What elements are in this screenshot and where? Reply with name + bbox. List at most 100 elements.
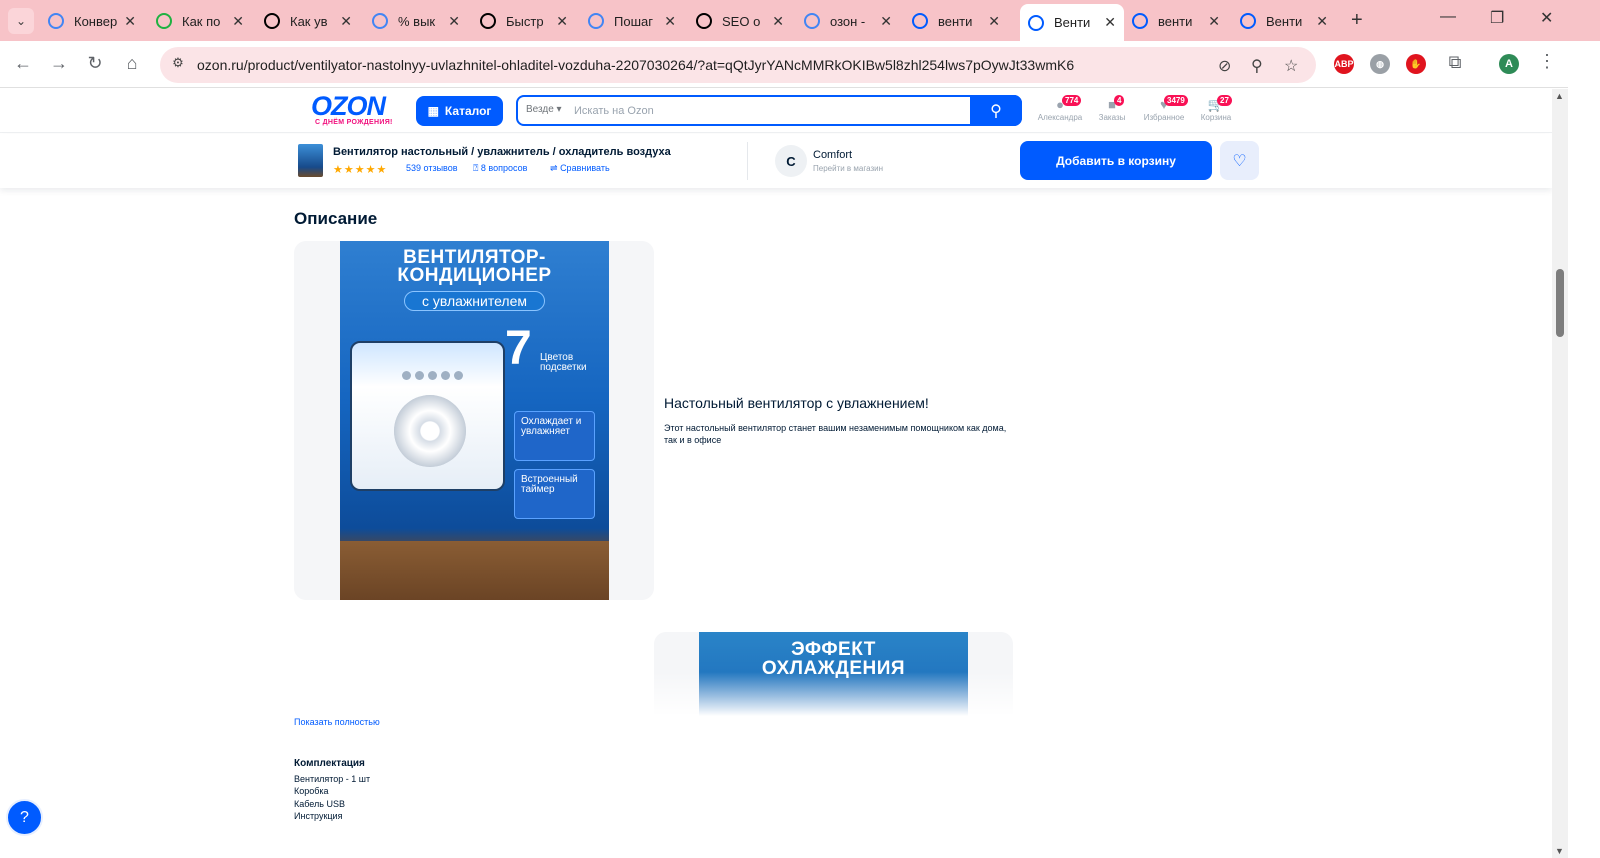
home-icon[interactable]: ⌂ (121, 53, 143, 74)
menu-icon[interactable]: ⋮ (1536, 51, 1558, 72)
browser-tab[interactable]: SEO о ✕ (688, 6, 792, 36)
promo-pill: с увлажнителем (404, 291, 545, 311)
close-tab-icon[interactable]: ✕ (124, 13, 136, 30)
nav-cart[interactable]: 🛒 27 Корзина (1199, 95, 1233, 122)
browser-tab[interactable]: Пошаг ✕ (580, 6, 684, 36)
reload-icon[interactable]: ↻ (84, 53, 106, 74)
browser-tab[interactable]: % вык ✕ (364, 6, 468, 36)
close-window-icon[interactable]: ✕ (1540, 8, 1553, 28)
tab-title: Как по (182, 13, 221, 29)
seller-name[interactable]: Comfort (813, 149, 852, 161)
globe-icon[interactable]: ◍ (1370, 54, 1390, 74)
catalog-button[interactable]: ▦ Каталог (416, 96, 503, 126)
sticky-product-bar: Вентилятор настольный / увлажнитель / ох… (0, 134, 1552, 188)
search-button[interactable]: ⚲ (970, 95, 1022, 126)
back-icon[interactable]: ← (12, 53, 34, 74)
scroll-up-icon[interactable]: ▲ (1555, 91, 1564, 101)
nav-favorites[interactable]: ♥ 3479 Избранное (1142, 95, 1188, 122)
seller-avatar[interactable]: C (775, 145, 807, 177)
restore-icon[interactable]: ❐ (1490, 8, 1504, 28)
divider (747, 142, 748, 180)
close-tab-icon[interactable]: ✕ (1208, 13, 1220, 30)
nav-orders[interactable]: ■ 4 Заказы (1096, 95, 1128, 122)
close-tab-icon[interactable]: ✕ (988, 13, 1000, 30)
search-input[interactable] (574, 102, 964, 120)
site-header: OZON С ДНЁМ РОЖДЕНИЯ! ▦ Каталог Везде ▾ … (0, 89, 1552, 133)
new-tab-button[interactable]: + (1351, 9, 1363, 32)
close-tab-icon[interactable]: ✕ (232, 13, 244, 30)
search-scope-select[interactable]: Везде ▾ (526, 104, 562, 115)
google-icon (372, 13, 388, 29)
seller-store-link[interactable]: Перейти в магазин (813, 164, 883, 173)
browser-tab[interactable]: венти ✕ (904, 6, 1008, 36)
search-box: Везде ▾ ⚲ (516, 95, 1022, 126)
add-to-cart-button[interactable]: Добавить в корзину (1020, 141, 1212, 180)
browser-tab[interactable]: Конвер ✕ (40, 6, 144, 36)
extensions-icon[interactable]: ⧉ (1444, 52, 1466, 73)
play-icon (156, 13, 172, 29)
promo-image: ВЕНТИЛЯТОР- КОНДИЦИОНЕР с увлажнителем 7 … (340, 241, 609, 600)
kit-heading: Комплектация (294, 758, 365, 769)
site-settings-icon[interactable]: ⚙ (168, 55, 188, 75)
product-thumbnail[interactable] (298, 144, 323, 177)
address-bar[interactable]: ⚙ ozon.ru/product/ventilyator-nastolnyy-… (160, 47, 1316, 83)
url-text[interactable]: ozon.ru/product/ventilyator-nastolnyy-uv… (197, 57, 1074, 73)
description-block-2: ЭФФЕКТ ОХЛАЖДЕНИЯ (654, 632, 1013, 716)
promo-card-cooling: Охлаждает и увлажняет (514, 411, 595, 461)
close-tab-icon[interactable]: ✕ (556, 13, 568, 30)
ring-icon (480, 13, 496, 29)
list-item: Кабель USB (294, 798, 345, 809)
zoom-icon[interactable]: ⚲ (1251, 56, 1263, 76)
list-item: Инструкция (294, 810, 343, 821)
adblock-icon[interactable]: ABP (1334, 54, 1354, 74)
close-tab-icon[interactable]: ✕ (772, 13, 784, 30)
promo-card-timer: Встроенный таймер (514, 469, 595, 519)
close-tab-icon[interactable]: ✕ (880, 13, 892, 30)
tab-search-button[interactable]: ⌄ (8, 8, 34, 34)
kit-list: Вентилятор - 1 шт Коробка Кабель USB Инс… (294, 773, 370, 822)
page-scrollbar[interactable]: ▲ ▼ (1552, 89, 1568, 858)
tab-title: венти (938, 13, 973, 29)
help-button[interactable]: ? (6, 799, 43, 836)
show-more-link[interactable]: Показать полностью (294, 717, 380, 727)
location-off-icon[interactable]: ⊘ (1218, 56, 1231, 76)
browser-tab[interactable]: Как по ✕ (148, 6, 252, 36)
hand-icon[interactable]: ✋ (1406, 54, 1426, 74)
question-icon: ⍰ (473, 163, 479, 173)
forward-icon[interactable]: → (48, 53, 70, 74)
questions-link[interactable]: ⍰ 8 вопросов (473, 163, 527, 174)
w-icon (696, 13, 712, 29)
bookmark-star-icon[interactable]: ☆ (1284, 56, 1298, 76)
fan-icon (394, 395, 466, 467)
scroll-thumb[interactable] (1556, 269, 1564, 337)
question-icon: ? (20, 808, 29, 826)
ozon-icon (1028, 14, 1044, 31)
fan-device-image (350, 341, 505, 491)
reviews-link[interactable]: 539 отзывов (406, 163, 458, 173)
ring-icon (264, 13, 280, 29)
list-item: Вентилятор - 1 шт (294, 774, 371, 784)
browser-tab[interactable]: Венти ✕ (1020, 4, 1124, 41)
minimize-icon[interactable]: — (1440, 8, 1456, 26)
close-tab-icon[interactable]: ✕ (1316, 13, 1328, 30)
close-tab-icon[interactable]: ✕ (448, 13, 460, 30)
close-tab-icon[interactable]: ✕ (664, 13, 676, 30)
browser-tab[interactable]: Венти ✕ (1232, 6, 1336, 36)
nav-profile[interactable]: ● 774 Александра (1036, 95, 1084, 122)
profile-avatar[interactable]: A (1499, 54, 1519, 74)
browser-tab[interactable]: венти ✕ (1124, 6, 1228, 36)
close-tab-icon[interactable]: ✕ (340, 13, 352, 30)
tab-title: Венти (1266, 13, 1303, 29)
close-tab-icon[interactable]: ✕ (1104, 14, 1116, 31)
favorite-button[interactable]: ♡ (1220, 141, 1259, 180)
browser-tab[interactable]: озон - ✕ (796, 6, 900, 36)
intro-title: Настольный вентилятор с увлажнением! (664, 395, 929, 411)
browser-tab[interactable]: Быстр ✕ (472, 6, 576, 36)
browser-tab[interactable]: Как ув ✕ (256, 6, 360, 36)
promo-headline: ВЕНТИЛЯТОР- КОНДИЦИОНЕР (397, 247, 552, 286)
compare-link[interactable]: ⇌ Сравнивать (550, 163, 610, 174)
tab-title: Пошаг (614, 13, 653, 29)
tab-title: Как ув (290, 13, 328, 29)
scroll-down-icon[interactable]: ▼ (1555, 846, 1564, 856)
ozon-logo[interactable]: OZON С ДНЁМ РОЖДЕНИЯ! (311, 93, 407, 127)
